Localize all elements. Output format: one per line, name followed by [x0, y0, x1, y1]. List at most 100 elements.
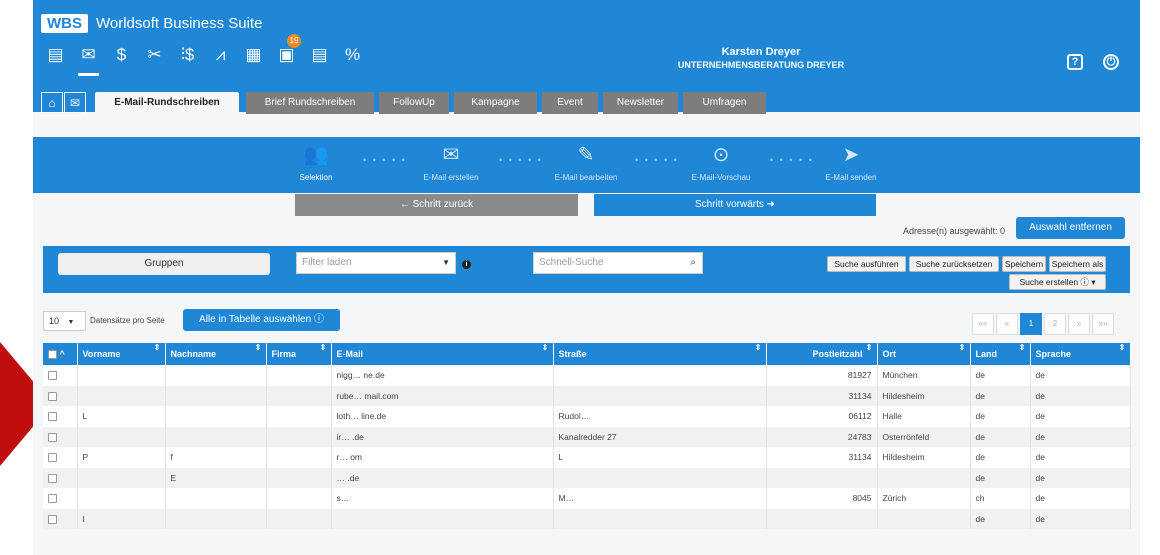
- step-email-bearbeiten[interactable]: ✎ E-Mail bearbeiten: [541, 143, 631, 182]
- column-header[interactable]: Land ⇕: [970, 343, 1031, 365]
- save-as-button[interactable]: Speichern als: [1049, 256, 1106, 272]
- clear-selection-button[interactable]: Auswahl entfernen: [1016, 217, 1125, 239]
- table-row[interactable]: ir… .de Kanalredder 27 24783 Osterrönfeld de…: [43, 426, 1131, 447]
- mail-tab-icon[interactable]: ✉: [64, 92, 86, 113]
- sort-icon: ⇕: [958, 343, 966, 352]
- row-checkbox[interactable]: [43, 467, 78, 488]
- calendar-icon[interactable]: ▦: [237, 40, 270, 70]
- search-input[interactable]: Schnell-Suche ⌕: [533, 252, 703, 274]
- table-cell: Zürich: [877, 488, 971, 509]
- column-header[interactable]: Nachname ⇕: [165, 343, 267, 365]
- percent-icon[interactable]: %: [336, 40, 369, 70]
- step-selektion[interactable]: 👥 Selektion: [271, 143, 361, 182]
- table-cell: M…: [553, 488, 767, 509]
- tab-event[interactable]: Event: [542, 92, 598, 114]
- info-icon[interactable]: i: [462, 260, 471, 269]
- row-checkbox[interactable]: [43, 385, 78, 406]
- wbs-logo[interactable]: WBS: [41, 14, 88, 33]
- save-button[interactable]: Speichern: [1002, 256, 1046, 272]
- prev-page-button[interactable]: «: [996, 313, 1018, 335]
- column-header[interactable]: Straße ⇕: [553, 343, 767, 365]
- table-cell: 8045: [766, 488, 878, 509]
- column-header[interactable]: Vorname ⇕: [77, 343, 166, 365]
- step-email-senden[interactable]: ➤ E-Mail senden: [806, 143, 896, 182]
- contact-card-icon[interactable]: ▤: [39, 40, 72, 70]
- company-name: UNTERNEHMENSBERATUNG DREYER: [677, 60, 845, 70]
- sort-icon: ⇕: [541, 343, 549, 352]
- forward-button[interactable]: Schritt vorwärts ➜: [594, 194, 876, 216]
- last-page-button[interactable]: »»: [1092, 313, 1114, 335]
- run-search-button[interactable]: Suche ausführen: [827, 256, 906, 272]
- table-body: nigg… ne.de 81927 München de de rube… mail.co…: [43, 365, 1131, 529]
- column-header[interactable]: Ort ⇕: [877, 343, 971, 365]
- notes-icon[interactable]: ▣ 19: [270, 34, 303, 70]
- step-email-vorschau[interactable]: ⊙ E-Mail-Vorschau: [676, 143, 766, 182]
- dollar-chart-icon[interactable]: ⫶$: [171, 40, 204, 70]
- power-icon[interactable]: ⏻: [1103, 54, 1119, 70]
- mail-icon[interactable]: ✉: [72, 40, 105, 76]
- first-page-button[interactable]: ««: [972, 313, 994, 335]
- money-bag-icon[interactable]: $: [105, 40, 138, 70]
- table-cell: Kanalredder 27: [553, 426, 767, 447]
- home-icon[interactable]: ⌂: [41, 92, 63, 113]
- table-cell: loth… line.de: [331, 406, 554, 427]
- row-checkbox[interactable]: [43, 406, 78, 427]
- help-icon[interactable]: ?: [1067, 54, 1083, 70]
- select-all-checkbox[interactable]: ^: [43, 343, 78, 365]
- table-cell: [553, 365, 767, 386]
- groups-button[interactable]: Gruppen: [58, 253, 270, 275]
- tab-followup[interactable]: FollowUp: [379, 92, 449, 114]
- tab-email-rundschreiben[interactable]: E-Mail-Rundschreiben: [95, 92, 239, 114]
- table-cell: [77, 426, 166, 447]
- table-cell: ch: [970, 488, 1031, 509]
- next-page-button[interactable]: »: [1068, 313, 1090, 335]
- table-cell: [266, 426, 332, 447]
- table-cell: E: [165, 467, 267, 488]
- tab-newsletter[interactable]: Newsletter: [603, 92, 678, 114]
- table-cell: [766, 508, 878, 529]
- column-header[interactable]: Postleitzahl ⇕: [766, 343, 878, 365]
- table-row[interactable]: E … .de de de: [43, 467, 1131, 488]
- step-connector: • • • • •: [363, 155, 407, 165]
- column-header[interactable]: E-Mail ⇕: [331, 343, 554, 365]
- table-row[interactable]: Ide de: [43, 508, 1131, 529]
- page-1-button[interactable]: 1: [1020, 313, 1042, 335]
- tools-icon[interactable]: ✂: [138, 40, 171, 70]
- row-checkbox[interactable]: [43, 426, 78, 447]
- table-row[interactable]: Lloth… line.de Rudol… 06112 Halle de de: [43, 406, 1131, 427]
- table-row[interactable]: Pf r… om L 31134 Hildesheim de de: [43, 447, 1131, 468]
- row-checkbox[interactable]: [43, 488, 78, 509]
- tab-umfragen[interactable]: Umfragen: [683, 92, 766, 114]
- table-cell: L: [77, 406, 166, 427]
- filter-select[interactable]: Filter laden ▼: [296, 252, 456, 274]
- row-checkbox[interactable]: [43, 365, 78, 386]
- table-row[interactable]: s… M… 8045 Zürich ch de: [43, 488, 1131, 509]
- table-cell: 06112: [766, 406, 878, 427]
- select-all-button[interactable]: Alle in Tabelle auswählen ⓘ: [183, 309, 340, 331]
- page-2-button[interactable]: 2: [1044, 313, 1066, 335]
- back-button[interactable]: ← Schritt zurück: [295, 194, 578, 216]
- tab-brief-rundschreiben[interactable]: Brief Rundschreiben: [246, 92, 374, 114]
- table-row[interactable]: nigg… ne.de 81927 München de de: [43, 365, 1131, 386]
- row-checkbox[interactable]: [43, 447, 78, 468]
- table-cell: [165, 508, 267, 529]
- create-search-button[interactable]: Suche erstellen ⓘ ▾: [1009, 274, 1106, 290]
- table-cell: de: [1030, 426, 1131, 447]
- table-cell: de: [970, 508, 1031, 529]
- column-header[interactable]: Sprache ⇕: [1030, 343, 1131, 365]
- sort-icon: ⇕: [319, 343, 327, 352]
- reset-search-button[interactable]: Suche zurücksetzen: [909, 256, 999, 272]
- line-chart-icon[interactable]: ⩘: [204, 40, 237, 70]
- search-icon[interactable]: ⌕: [690, 253, 696, 273]
- page-size-select[interactable]: 10 ▼: [43, 311, 86, 331]
- document-icon[interactable]: ▤: [303, 40, 336, 70]
- table-row[interactable]: rube… mail.com 31134 Hildesheim de de: [43, 385, 1131, 406]
- table-cell: de: [970, 426, 1031, 447]
- step-email-erstellen[interactable]: ✉ E-Mail erstellen: [406, 143, 496, 182]
- row-checkbox[interactable]: [43, 508, 78, 529]
- column-header[interactable]: Firma ⇕: [266, 343, 332, 365]
- mail-plus-icon: ✉: [442, 144, 460, 166]
- table-cell: Rudol…: [553, 406, 767, 427]
- tab-kampagne[interactable]: Kampagne: [454, 92, 537, 114]
- table-cell: nigg… ne.de: [331, 365, 554, 386]
